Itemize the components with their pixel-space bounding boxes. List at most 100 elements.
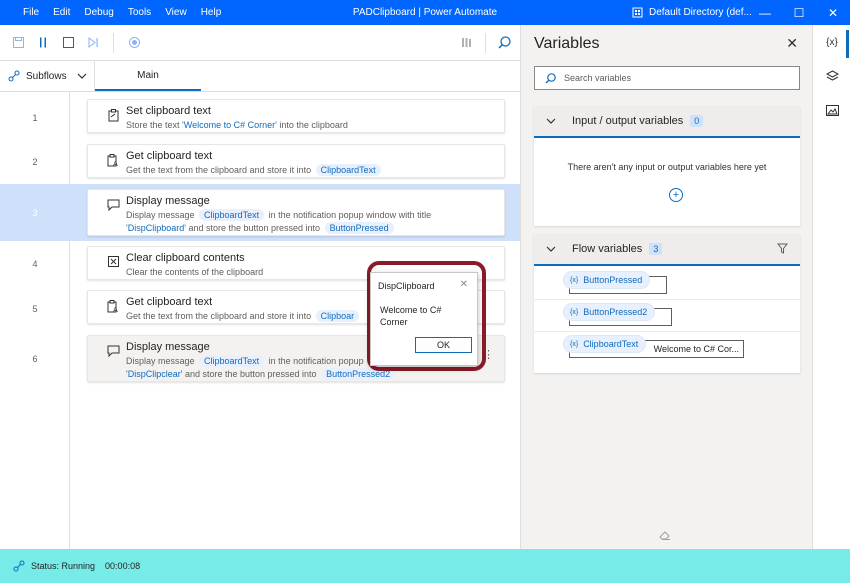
- search-variables-input[interactable]: Search variables: [534, 66, 800, 90]
- menu-edit[interactable]: Edit: [53, 7, 70, 18]
- line-number: 4: [32, 259, 38, 269]
- pause-icon[interactable]: [31, 31, 55, 55]
- io-variables-count: 0: [690, 115, 704, 127]
- action-description: Clear the contents of the clipboard: [126, 267, 264, 277]
- dialog-close-icon[interactable]: ✕: [460, 279, 468, 290]
- line-number: 2: [32, 157, 38, 167]
- ui-elements-rail-button[interactable]: [813, 61, 850, 91]
- action-get-clipboard-text[interactable]: A Get clipboard text Get the text from t…: [87, 144, 505, 178]
- subflows-dropdown[interactable]: Subflows: [0, 61, 95, 91]
- stop-icon[interactable]: [56, 31, 80, 55]
- add-variable-icon[interactable]: +: [669, 188, 683, 202]
- layers-icon: [825, 70, 839, 81]
- action-title: Get clipboard text: [126, 296, 213, 308]
- variable-icon: {x}: [570, 340, 579, 348]
- minimize-button[interactable]: —: [748, 0, 782, 25]
- image-icon: [825, 104, 839, 116]
- variable-token: ClipboardText: [199, 355, 265, 367]
- io-empty-message: There aren't any input or output variabl…: [567, 162, 767, 172]
- dialog-ok-button[interactable]: OK: [415, 337, 472, 353]
- menu-file[interactable]: File: [23, 7, 39, 18]
- flow-variables-header[interactable]: Flow variables 3: [534, 234, 800, 266]
- action-description: Get the text from the clipboard and stor…: [126, 310, 361, 323]
- action-description: Display message ClipboardText in the not…: [126, 209, 432, 234]
- line-number: 5: [32, 304, 38, 314]
- record-icon[interactable]: [122, 31, 146, 55]
- action-description: Display message ClipboardText in the not…: [126, 355, 397, 380]
- next-step-icon[interactable]: [81, 31, 105, 55]
- action-description: Store the text 'Welcome to C# Corner' in…: [126, 120, 348, 130]
- directory-label: Default Directory (def...: [649, 7, 752, 18]
- search-icon[interactable]: [492, 31, 516, 55]
- flow-variables-count: 3: [649, 243, 663, 255]
- images-rail-button[interactable]: [813, 95, 850, 125]
- designer-toolbar: [0, 25, 520, 61]
- variable-pill: {x} ClipboardText: [564, 336, 646, 352]
- flow-variable-row[interactable]: {x} ButtonPressed: [534, 268, 800, 300]
- status-text: Status: Running: [31, 561, 96, 571]
- side-rail: {x}: [812, 25, 850, 549]
- directory-selector[interactable]: Default Directory (def...: [632, 0, 752, 25]
- maximize-button[interactable]: ☐: [782, 0, 816, 25]
- variable-token: ClipboardText: [315, 164, 381, 176]
- line-number: 1: [32, 113, 38, 123]
- save-icon[interactable]: [6, 31, 30, 55]
- variables-rail-button[interactable]: {x}: [813, 27, 850, 57]
- variable-token: ClipboardText: [199, 209, 265, 221]
- subflow-tabs: Subflows Main: [0, 61, 520, 92]
- variable-token: ButtonPressed: [324, 221, 394, 234]
- line-number: 3: [32, 208, 38, 218]
- close-button[interactable]: ✕: [816, 0, 850, 25]
- io-variables-header[interactable]: Input / output variables 0: [534, 106, 800, 138]
- search-placeholder: Search variables: [564, 73, 632, 83]
- filter-icon[interactable]: [777, 243, 788, 254]
- variable-icon: {x}: [570, 308, 579, 316]
- menu-view[interactable]: View: [165, 7, 187, 18]
- menu-bar: File Edit Debug Tools View Help: [23, 7, 235, 18]
- variables-title: Variables: [534, 35, 600, 52]
- dialog-message: Welcome to C# Corner: [380, 305, 442, 327]
- variable-pill: {x} ButtonPressed2: [564, 304, 655, 320]
- menu-debug[interactable]: Debug: [84, 7, 113, 18]
- flow-variables-label: Flow variables: [572, 243, 643, 255]
- action-description: Get the text from the clipboard and stor…: [126, 164, 383, 177]
- subflows-icon: [8, 70, 20, 82]
- ui-elements-icon[interactable]: [455, 31, 479, 55]
- action-title: Clear clipboard contents: [126, 252, 245, 264]
- flow-variable-row[interactable]: Welcome to C# Cor... {x} ClipboardText: [534, 332, 800, 364]
- flow-variable-row[interactable]: {x} ButtonPressed2: [534, 300, 800, 332]
- action-set-clipboard-text[interactable]: Set clipboard text Store the text 'Welco…: [87, 99, 505, 133]
- status-bar: Status: Running 00:00:08: [0, 549, 850, 583]
- clipboard-text-icon: A: [106, 300, 120, 314]
- action-title: Display message: [126, 195, 210, 207]
- message-icon: [106, 345, 120, 359]
- organization-icon: [632, 7, 643, 18]
- io-variables-section: Input / output variables 0 There aren't …: [534, 106, 800, 226]
- action-display-message[interactable]: Display message Display message Clipboar…: [87, 189, 505, 236]
- action-title: Display message: [126, 341, 210, 353]
- clipboard-icon: [106, 109, 120, 123]
- tab-main[interactable]: Main: [95, 61, 201, 91]
- eraser-icon[interactable]: [659, 530, 671, 540]
- chevron-down-icon: [77, 73, 87, 79]
- running-status-icon: [13, 560, 25, 572]
- io-variables-label: Input / output variables: [572, 115, 684, 127]
- title-bar: File Edit Debug Tools View Help PADClipb…: [0, 0, 850, 25]
- subflows-label: Subflows: [26, 70, 67, 82]
- rail-active-indicator: [846, 30, 849, 58]
- message-icon: [106, 199, 120, 213]
- variable-pill: {x} ButtonPressed: [564, 272, 650, 288]
- clipboard-text-icon: A: [106, 154, 120, 168]
- menu-help[interactable]: Help: [201, 7, 222, 18]
- menu-tools[interactable]: Tools: [128, 7, 151, 18]
- chevron-down-icon: [546, 246, 556, 252]
- action-title: Get clipboard text: [126, 150, 213, 162]
- variables-pane: Variables ✕ Search variables Input / out…: [520, 25, 812, 549]
- variable-icon: {x}: [570, 276, 579, 284]
- svg-text:A: A: [113, 160, 118, 167]
- line-number: 6: [32, 354, 38, 364]
- svg-text:A: A: [113, 306, 118, 313]
- variables-close-icon[interactable]: ✕: [786, 35, 798, 52]
- dialog-title: DispClipboard: [378, 281, 435, 291]
- search-icon: [545, 72, 556, 83]
